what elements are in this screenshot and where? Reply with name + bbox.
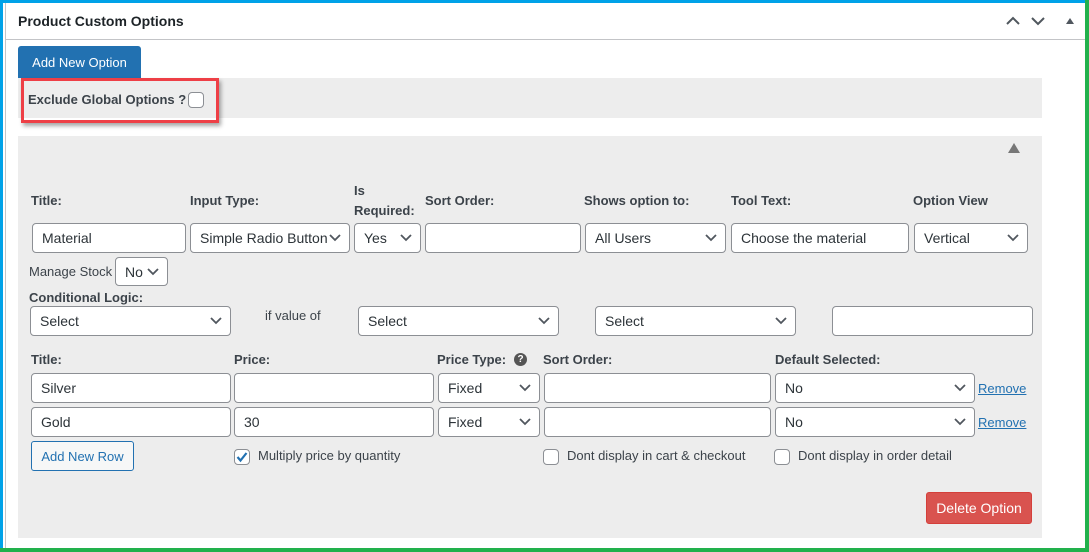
row-default-selected-header: Default Selected:: [775, 352, 881, 367]
shows-option-to-label: Shows option to:: [584, 193, 690, 208]
if-value-of-label: if value of: [265, 308, 321, 323]
option-panel: [18, 136, 1042, 538]
multiply-price-label: Multiply price by quantity: [258, 448, 401, 463]
input-type-select[interactable]: Simple Radio Button: [190, 223, 350, 253]
chevron-down-icon: [705, 234, 717, 242]
input-type-label: Input Type:: [190, 193, 260, 208]
remove-row-link[interactable]: Remove: [978, 415, 1026, 430]
conditional-field-select[interactable]: Select: [30, 306, 231, 336]
chevron-down-icon: [519, 384, 531, 392]
dont-display-order-label: Dont display in order detail: [798, 448, 952, 463]
chevron-down-icon: [519, 418, 531, 426]
row-title-value: Gold: [41, 414, 71, 430]
delete-option-button[interactable]: Delete Option: [926, 492, 1032, 524]
conditional-operator-value: Select: [605, 313, 644, 329]
chevron-down-icon[interactable]: [1028, 11, 1048, 31]
row-title-input[interactable]: Silver: [31, 373, 231, 403]
chevron-down-icon: [210, 317, 222, 325]
row-default-selected-select[interactable]: No: [775, 407, 975, 437]
row-price-type-value: Fixed: [448, 380, 483, 396]
row-title-header: Title:: [31, 352, 62, 367]
is-required-label-line2: Required:: [354, 203, 415, 218]
row-price-value: 30: [244, 414, 260, 430]
option-title-value: Material: [42, 230, 92, 246]
postbox-border: [5, 3, 6, 548]
help-icon[interactable]: ?: [514, 353, 527, 366]
tool-text-value: Choose the material: [741, 230, 867, 246]
collapse-option-icon[interactable]: [1001, 137, 1027, 159]
option-view-select[interactable]: Vertical: [914, 223, 1028, 253]
chevron-down-icon: [538, 317, 550, 325]
frame-border-right: [1085, 0, 1089, 552]
tool-text-input[interactable]: Choose the material: [731, 223, 909, 253]
row-sort-order-input[interactable]: [544, 373, 771, 403]
manage-stock-select[interactable]: No: [115, 257, 168, 286]
shows-option-to-select[interactable]: All Users: [585, 223, 726, 253]
chevron-down-icon: [775, 317, 787, 325]
manage-stock-label: Manage Stock: [29, 264, 113, 279]
conditional-field-value: Select: [40, 313, 79, 329]
postbox-header: Product Custom Options: [6, 3, 1085, 40]
dont-display-cart-label: Dont display in cart & checkout: [567, 448, 746, 463]
exclude-global-options-checkbox[interactable]: [188, 92, 204, 108]
option-view-value: Vertical: [924, 230, 970, 246]
chevron-up-icon[interactable]: [1003, 11, 1023, 31]
is-required-select[interactable]: Yes: [354, 223, 421, 253]
dont-display-cart-checkbox[interactable]: [543, 449, 559, 465]
add-new-option-button[interactable]: Add New Option: [18, 46, 141, 78]
row-price-type-header: Price Type:: [437, 352, 507, 367]
manage-stock-value: No: [125, 263, 143, 280]
row-default-selected-select[interactable]: No: [775, 373, 975, 403]
chevron-down-icon: [954, 384, 966, 392]
conditional-option-value: Select: [368, 313, 407, 329]
sort-order-input[interactable]: [425, 223, 581, 253]
chevron-down-icon: [954, 418, 966, 426]
tool-text-label: Tool Text:: [731, 193, 792, 208]
row-price-input[interactable]: 30: [234, 407, 434, 437]
row-sort-order-header: Sort Order:: [543, 352, 613, 367]
dont-display-order-checkbox[interactable]: [774, 449, 790, 465]
chevron-down-icon: [147, 267, 159, 275]
exclude-global-options-label: Exclude Global Options ?: [28, 92, 187, 107]
row-sort-order-input[interactable]: [544, 407, 771, 437]
is-required-value: Yes: [364, 230, 387, 246]
checkmark-icon: [236, 452, 248, 463]
toggle-panel-icon[interactable]: [1060, 11, 1080, 31]
row-title-input[interactable]: Gold: [31, 407, 231, 437]
add-new-row-button[interactable]: Add New Row: [31, 441, 134, 471]
chevron-down-icon: [329, 234, 341, 242]
is-required-label-line1: Is: [354, 183, 365, 198]
chevron-down-icon: [1007, 234, 1019, 242]
option-view-label: Option View: [913, 193, 988, 208]
row-default-selected-value: No: [785, 414, 803, 430]
conditional-value-input[interactable]: [832, 306, 1033, 336]
shows-option-to-value: All Users: [595, 230, 652, 246]
input-type-value: Simple Radio Button: [200, 230, 328, 246]
row-title-value: Silver: [41, 380, 77, 396]
title-label: Title:: [31, 193, 62, 208]
option-title-input[interactable]: Material: [32, 223, 186, 253]
postbox-title: Product Custom Options: [18, 13, 184, 29]
row-price-input[interactable]: [234, 373, 434, 403]
conditional-operator-select[interactable]: Select: [595, 306, 796, 336]
remove-row-link[interactable]: Remove: [978, 381, 1026, 396]
row-price-type-value: Fixed: [448, 414, 483, 430]
multiply-price-checkbox[interactable]: [234, 449, 250, 465]
frame-border-left: [0, 0, 3, 552]
sort-order-label: Sort Order:: [425, 193, 495, 208]
chevron-down-icon: [400, 234, 412, 242]
row-price-type-select[interactable]: Fixed: [438, 407, 540, 437]
conditional-option-select[interactable]: Select: [358, 306, 559, 336]
conditional-logic-label: Conditional Logic:: [29, 290, 144, 305]
row-price-type-select[interactable]: Fixed: [438, 373, 540, 403]
frame-border-bottom: [0, 548, 1089, 552]
row-price-header: Price:: [234, 352, 271, 367]
row-default-selected-value: No: [785, 380, 803, 396]
